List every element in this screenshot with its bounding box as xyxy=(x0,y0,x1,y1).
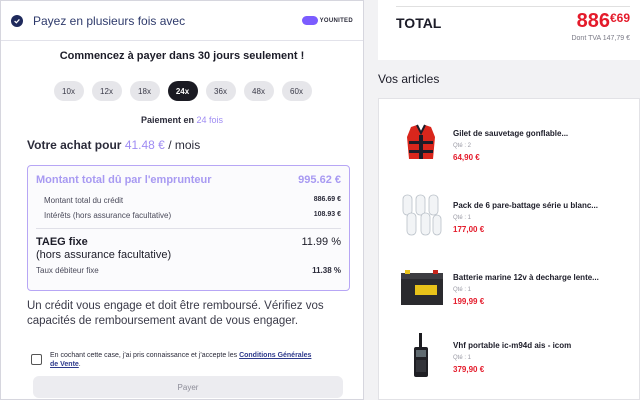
total-price: 886 €69 xyxy=(577,10,630,32)
payment-count: 24 xyxy=(196,115,207,125)
rate-label: Taux débiteur fixe xyxy=(36,266,99,275)
item-qty: Qté : 1 xyxy=(453,355,472,361)
installment-option[interactable]: 18x xyxy=(129,81,160,101)
total-divider xyxy=(396,6,630,7)
installment-option[interactable]: 12x xyxy=(91,81,122,101)
installment-option-selected[interactable]: 24x xyxy=(167,81,198,101)
terms-consent: En cochant cette case, j'ai pris connais… xyxy=(31,351,320,369)
interest-row: Intérêts (hors assurance facultative) 10… xyxy=(36,211,341,220)
credit-summary-box: Montant total dû par l'emprunteur 995.62… xyxy=(27,165,350,291)
summary-divider xyxy=(36,228,341,229)
page: Payez en plusieurs fois avec YOUNITED Co… xyxy=(0,0,640,400)
item-price: 177,00 € xyxy=(453,225,485,234)
item-price: 199,99 € xyxy=(453,297,485,306)
installment-option[interactable]: 48x xyxy=(243,81,274,101)
pay-button[interactable]: Payer xyxy=(33,376,343,398)
taeg-row: TAEG fixe (hors assurance facultative) 1… xyxy=(36,236,341,262)
monthly-suffix: / mois xyxy=(168,138,201,152)
radio-image xyxy=(414,333,428,377)
payment-suffix: fois xyxy=(209,115,224,125)
list-item[interactable]: Vhf portable ic-m94d ais - icom Qté : 1 … xyxy=(379,323,639,393)
rate-value: 11.38 % xyxy=(312,266,341,275)
monthly-prefix: Votre achat pour xyxy=(27,138,122,152)
installment-selector: 10x 12x 18x 24x 36x 48x 60x xyxy=(2,81,363,101)
payment-panel: Payez en plusieurs fois avec YOUNITED Co… xyxy=(0,0,364,400)
terms-text-group: En cochant cette case, j'ai pris connais… xyxy=(50,351,320,369)
interest-value: 108.93 € xyxy=(313,211,341,218)
total-due-label: Montant total dû par l'emprunteur xyxy=(36,174,212,186)
installment-option[interactable]: 10x xyxy=(53,81,84,101)
total-price-int: 886 xyxy=(576,10,610,32)
item-name[interactable]: Batterie marine 12v à decharge lente... xyxy=(453,273,623,282)
fenders-image xyxy=(402,194,442,236)
monthly-amount-line: Votre achat pour 41.48 € / mois xyxy=(27,138,363,152)
list-item[interactable]: Pack de 6 pare-battage série u blanc... … xyxy=(379,183,639,253)
list-item[interactable]: Batterie marine 12v à decharge lente... … xyxy=(379,255,639,325)
installment-option[interactable]: 60x xyxy=(281,81,312,101)
taeg-label: TAEG fixe xyxy=(36,236,88,248)
list-item[interactable]: Gilet de sauvetage gonflable... Qté : 2 … xyxy=(379,111,639,181)
item-name[interactable]: Pack de 6 pare-battage série u blanc... xyxy=(453,201,623,210)
total-due-row: Montant total dû par l'emprunteur 995.62… xyxy=(36,174,341,186)
credit-amount-value: 886.69 € xyxy=(313,196,341,203)
rate-row: Taux débiteur fixe 11.38 % xyxy=(36,266,341,275)
item-name[interactable]: Vhf portable ic-m94d ais - icom xyxy=(453,341,623,350)
terms-checkbox[interactable] xyxy=(31,354,42,365)
life-vest-image xyxy=(407,124,435,159)
credit-amount-label: Montant total du crédit xyxy=(44,196,124,205)
payment-count-line: Paiement en 24 fois xyxy=(1,115,363,125)
payment-header[interactable]: Payez en plusieurs fois avec YOUNITED xyxy=(1,1,363,41)
total-label: TOTAL xyxy=(396,15,442,31)
payment-prefix: Paiement en xyxy=(140,115,194,125)
credit-amount-row: Montant total du crédit 886.69 € xyxy=(36,196,341,205)
brand-logo: YOUNITED xyxy=(301,16,353,25)
monthly-amount: 41.48 € xyxy=(124,138,165,152)
installment-option[interactable]: 36x xyxy=(205,81,236,101)
item-name[interactable]: Gilet de sauvetage gonflable... xyxy=(453,129,623,138)
taeg-sublabel: (hors assurance facultative) xyxy=(36,249,172,261)
total-due-value: 995.62 € xyxy=(298,174,341,186)
tva-text: Dont TVA 147,79 € xyxy=(571,35,630,42)
terms-end: . xyxy=(78,361,81,368)
articles-list: Gilet de sauvetage gonflable... Qté : 2 … xyxy=(378,98,640,400)
item-qty: Qté : 2 xyxy=(453,143,472,149)
articles-title: Vos articles xyxy=(378,72,440,86)
header-title: Payez en plusieurs fois avec xyxy=(33,13,186,28)
item-qty: Qté : 1 xyxy=(453,215,472,221)
start-text: Commencez à payer dans 30 jours seulemen… xyxy=(59,50,305,62)
brand-mark-icon xyxy=(301,16,318,25)
check-circle-icon xyxy=(11,14,23,27)
battery-image xyxy=(401,270,443,305)
credit-warning: Un crédit vous engage et doit être rembo… xyxy=(27,300,324,327)
interest-label: Intérêts (hors assurance facultative) xyxy=(44,211,172,220)
order-total: TOTAL 886 €69 Dont TVA 147,79 € xyxy=(378,0,640,60)
total-price-dec: €69 xyxy=(609,11,630,25)
taeg-value: 11.99 % xyxy=(301,236,341,248)
brand-name: YOUNITED xyxy=(319,17,353,24)
taeg-label-group: TAEG fixe (hors assurance facultative) xyxy=(36,236,171,262)
item-price: 379,90 € xyxy=(453,365,485,374)
item-price: 64,90 € xyxy=(453,153,480,162)
item-qty: Qté : 1 xyxy=(453,287,472,293)
terms-text: En cochant cette case, j'ai pris connais… xyxy=(50,352,238,359)
